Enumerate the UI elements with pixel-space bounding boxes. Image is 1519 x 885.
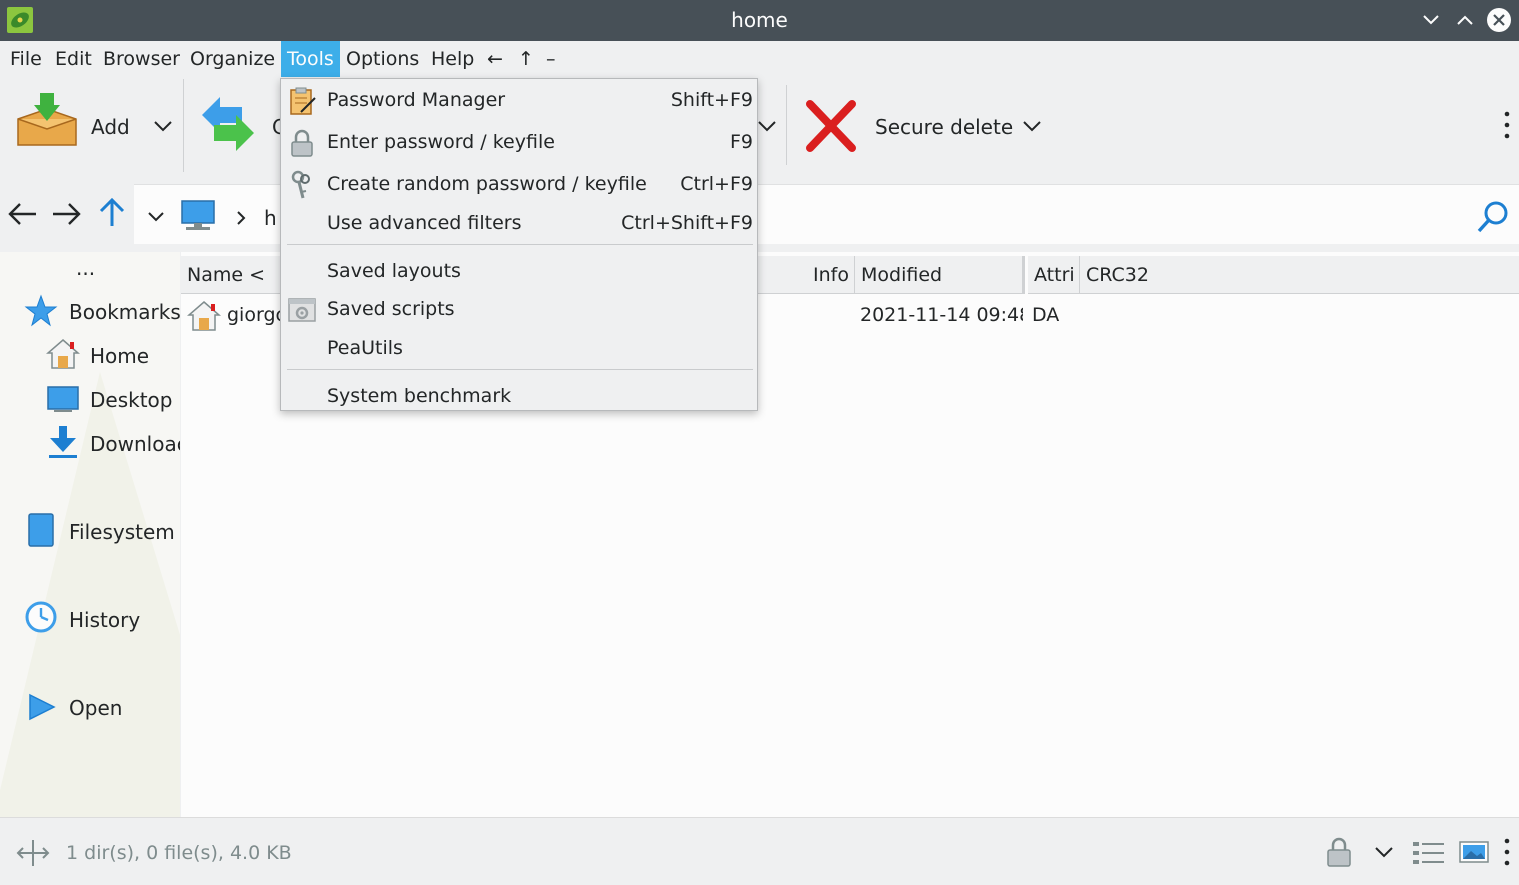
forward-arrow-icon[interactable]: [51, 200, 83, 228]
desktop-icon[interactable]: [46, 384, 80, 414]
menu-organize[interactable]: Organize: [184, 41, 281, 77]
row-attributes: DA: [1032, 304, 1060, 326]
scripts-gear-icon: [288, 298, 316, 322]
convert-dropdown-chevron-icon[interactable]: [756, 117, 778, 135]
history-clock-icon[interactable]: [24, 600, 58, 634]
main-toolbar: Add C Secure delete: [0, 79, 1519, 175]
window-title: home: [731, 8, 788, 32]
sidebar-more[interactable]: ...: [76, 256, 95, 280]
menu-separator: [287, 244, 753, 245]
row-name: giorgc: [227, 304, 286, 326]
minimize-icon[interactable]: [1418, 7, 1444, 33]
column-header-modified[interactable]: Modified: [855, 256, 1025, 294]
status-bar: 1 dir(s), 0 file(s), 4.0 KB: [0, 817, 1519, 885]
filesystem-icon[interactable]: [26, 512, 56, 548]
status-text: 1 dir(s), 0 file(s), 4.0 KB: [66, 842, 292, 864]
add-archive-icon[interactable]: [14, 91, 80, 151]
menu-back-arrow[interactable]: ←: [481, 41, 509, 77]
menu-item-saved-layouts[interactable]: Saved layouts: [281, 252, 757, 290]
column-header-crc32[interactable]: CRC32: [1080, 256, 1519, 294]
sidebar-item-history[interactable]: History: [69, 608, 140, 632]
sidebar-item-filesystem[interactable]: Filesystem: [69, 520, 175, 544]
breadcrumb-separator-icon: [237, 211, 246, 225]
statusbar-overflow-kebab-icon[interactable]: [1500, 836, 1514, 868]
menu-help[interactable]: Help: [425, 41, 480, 77]
menu-item-enter-password[interactable]: Enter password / keyfile F9: [281, 123, 757, 161]
maximize-icon[interactable]: [1452, 7, 1478, 33]
password-manager-icon: [290, 87, 316, 115]
breadcrumb-path[interactable]: h: [264, 206, 277, 230]
sidebar-item-downloads[interactable]: Downloac: [90, 432, 180, 456]
column-header-info[interactable]: Info: [757, 256, 855, 294]
address-bar: h: [0, 180, 1519, 246]
secure-delete-label[interactable]: Secure delete: [875, 115, 1013, 139]
menu-item-password-manager[interactable]: Password Manager Shift+F9: [281, 81, 757, 119]
column-header-attributes[interactable]: Attri: [1028, 256, 1080, 294]
sidebar-item-open[interactable]: Open: [69, 696, 122, 720]
menu-tools[interactable]: Tools: [281, 41, 340, 77]
toolbar-overflow-kebab-icon[interactable]: [1500, 109, 1514, 141]
downloads-icon[interactable]: [46, 424, 80, 460]
convert-icon[interactable]: [200, 93, 256, 155]
search-icon[interactable]: [1476, 199, 1512, 235]
close-icon[interactable]: [1486, 7, 1512, 33]
menu-bar: File Edit Browser Organize Tools Options…: [0, 41, 1519, 79]
sidebar: ... Bookmarks Home Desktop Downloac File…: [0, 252, 180, 817]
menu-edit[interactable]: Edit: [49, 41, 98, 77]
tools-menu: Password Manager Shift+F9 Enter password…: [280, 78, 758, 411]
menu-file[interactable]: File: [4, 41, 48, 77]
details-view-icon[interactable]: [1412, 840, 1446, 866]
computer-icon[interactable]: [180, 199, 216, 233]
padlock-icon: [291, 129, 313, 157]
add-dropdown-chevron-icon[interactable]: [152, 117, 174, 135]
menu-dash[interactable]: –: [540, 41, 562, 77]
keys-icon: [291, 170, 310, 199]
menu-item-system-benchmark[interactable]: System benchmark: [281, 377, 757, 415]
toolbar-divider: [786, 85, 787, 165]
secure-delete-x-icon[interactable]: [805, 99, 857, 153]
menu-browser[interactable]: Browser: [97, 41, 186, 77]
sidebar-item-desktop[interactable]: Desktop: [90, 388, 172, 412]
toolbar-divider: [183, 79, 184, 172]
row-modified: 2021-11-14 09:48:: [860, 304, 1023, 326]
menu-separator: [287, 369, 753, 370]
menu-item-peautils[interactable]: PeaUtils: [281, 329, 757, 367]
history-dropdown-chevron-icon[interactable]: [146, 210, 166, 224]
secure-delete-dropdown-chevron-icon[interactable]: [1021, 117, 1043, 135]
sidebar-item-home[interactable]: Home: [90, 344, 149, 368]
menu-item-create-random-password[interactable]: Create random password / keyfile Ctrl+F9: [281, 165, 757, 203]
menu-item-saved-scripts[interactable]: Saved scripts: [281, 290, 757, 328]
bookmarks-star-icon[interactable]: [24, 294, 58, 328]
menu-item-advanced-filters[interactable]: Use advanced filters Ctrl+Shift+F9: [281, 204, 757, 242]
menu-up-arrow[interactable]: ↑: [512, 41, 540, 77]
move-arrows-icon[interactable]: [16, 838, 50, 868]
title-bar: home: [0, 0, 1519, 41]
back-arrow-icon[interactable]: [6, 200, 38, 228]
lock-icon[interactable]: [1325, 836, 1353, 868]
home-folder-icon: [187, 301, 221, 331]
menu-options[interactable]: Options: [340, 41, 425, 77]
home-icon[interactable]: [46, 338, 80, 370]
lock-dropdown-chevron-icon[interactable]: [1373, 844, 1395, 860]
up-arrow-icon[interactable]: [97, 196, 127, 228]
sidebar-item-bookmarks[interactable]: Bookmarks: [69, 300, 180, 324]
open-play-icon[interactable]: [26, 692, 58, 722]
image-preview-icon[interactable]: [1459, 840, 1489, 866]
add-label[interactable]: Add: [91, 115, 130, 139]
